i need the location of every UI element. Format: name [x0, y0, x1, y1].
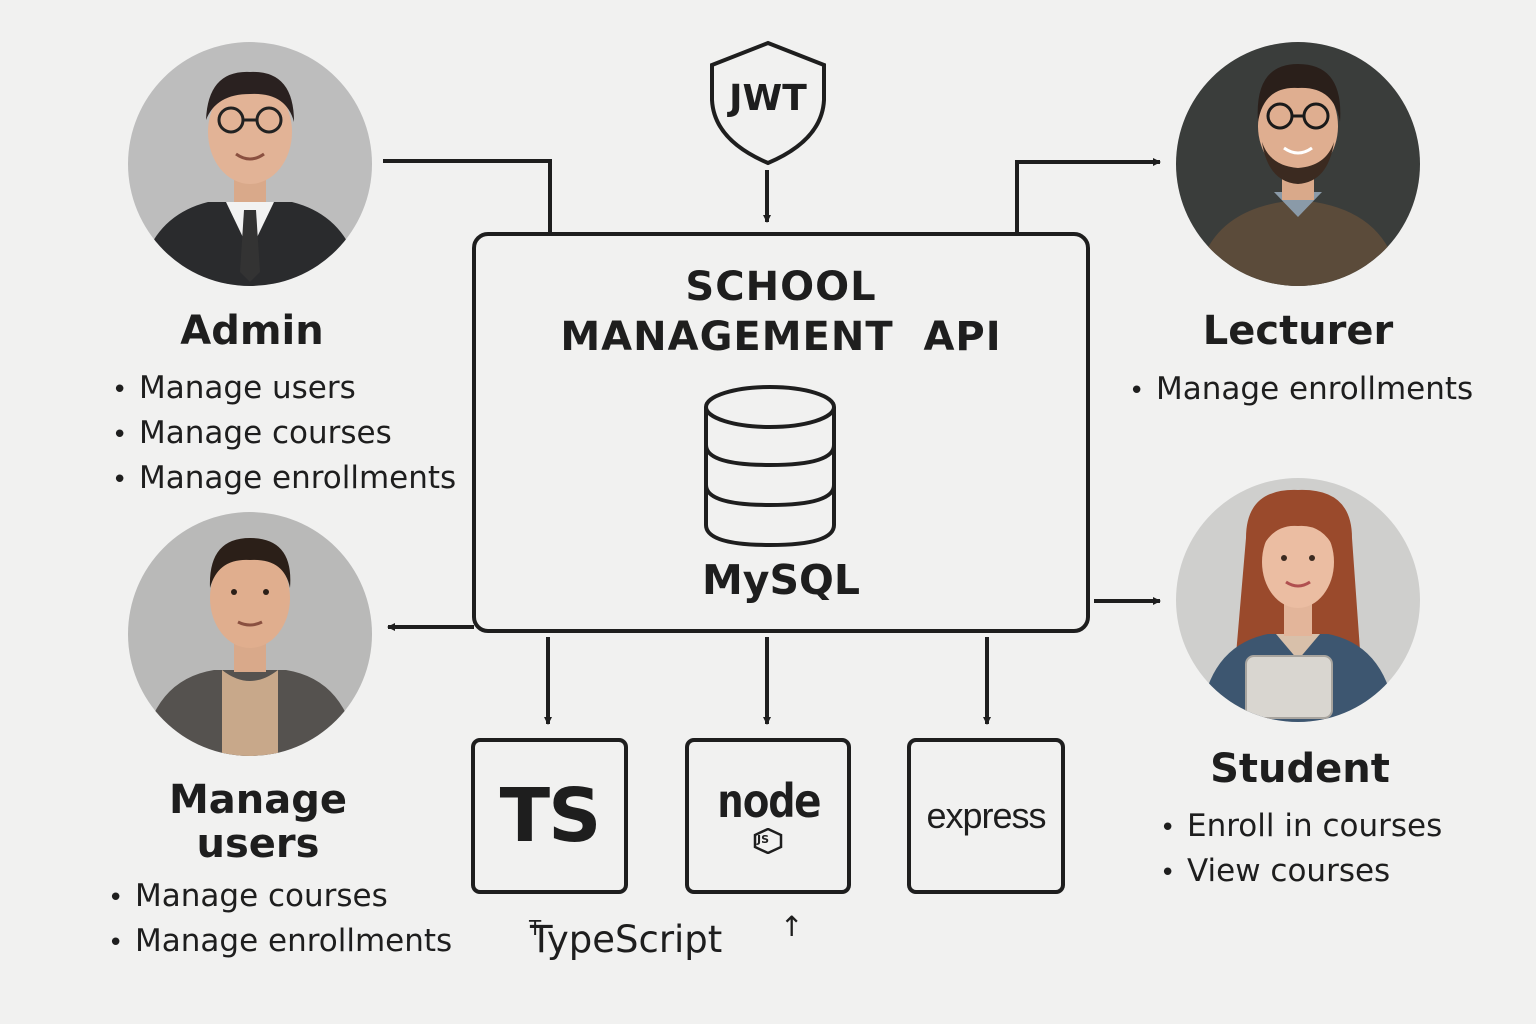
small-up-arrow: ↑: [780, 910, 804, 943]
list-item: Manage courses: [112, 412, 456, 457]
jwt-shield-icon: JWT: [707, 40, 829, 166]
express-logo-box: express: [907, 738, 1065, 894]
lecturer-arrow: [1015, 158, 1161, 232]
typescript-logo: TS: [499, 773, 602, 859]
jwt-label: JWT: [729, 78, 807, 119]
admin-connector: [383, 159, 552, 232]
api-title-line2: MANAGEMENT API: [560, 314, 1002, 360]
api-title-line1: SCHOOL: [685, 264, 877, 310]
school-management-api-box: SCHOOL MANAGEMENT API MySQL: [472, 232, 1090, 633]
list-item: Manage enrollments: [1129, 368, 1473, 413]
manager-title-line1: Manage: [168, 777, 348, 823]
database-label: MySQL: [701, 556, 861, 604]
typescript-logo-box: TS: [471, 738, 628, 894]
student-avatar: [1176, 478, 1420, 722]
list-item: Manage enrollments: [112, 457, 456, 502]
database-icon: [704, 385, 836, 548]
js-badge-label: JS: [757, 833, 770, 846]
list-item: View courses: [1160, 850, 1442, 895]
manager-title-line2: users: [196, 821, 320, 867]
admin-avatar: [128, 42, 372, 286]
lecturer-avatar: [1176, 42, 1420, 286]
student-title: Student: [1210, 746, 1390, 792]
lecturer-title: Lecturer: [1202, 308, 1394, 354]
express-logo: express: [926, 795, 1046, 836]
list-item: Enroll in courses: [1160, 805, 1442, 850]
admin-permissions-list: Manage users Manage courses Manage enrol…: [112, 367, 456, 502]
list-item: Manage courses: [108, 875, 452, 920]
typescript-caption: TypeScript: [530, 918, 723, 961]
nodejs-logo: node: [716, 774, 822, 828]
student-permissions-list: Enroll in courses View courses: [1160, 805, 1442, 895]
manager-permissions-list: Manage courses Manage enrollments: [108, 875, 452, 965]
nodejs-logo-box: node JS: [685, 738, 851, 894]
lecturer-permissions-list: Manage enrollments: [1129, 368, 1473, 413]
list-item: Manage users: [112, 367, 456, 412]
manager-title: Manage users: [150, 778, 366, 866]
manager-avatar: [128, 512, 372, 756]
list-item: Manage enrollments: [108, 920, 452, 965]
admin-title: Admin: [180, 308, 324, 354]
